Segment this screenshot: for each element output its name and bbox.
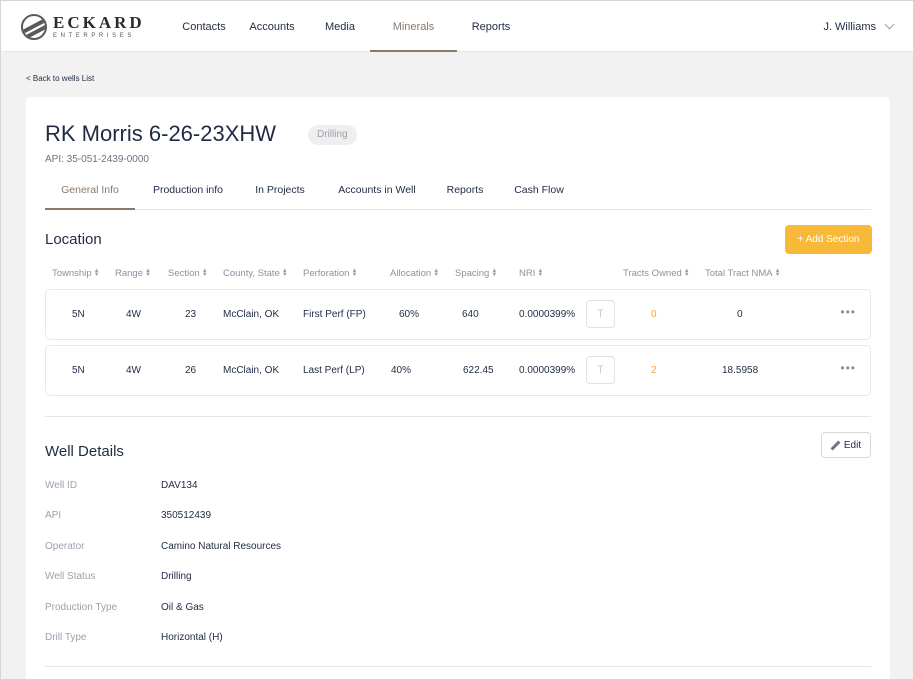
cell-range: 4W (126, 365, 141, 376)
page-title: RK Morris 6-26-23XHW (45, 121, 277, 146)
column-header-tracts-owned[interactable]: Tracts Owned ▲ ▼ (623, 268, 690, 279)
cell-section: 23 (185, 309, 197, 320)
table-row[interactable]: 5N 4W 23 McClain, OK First Perf (FP) 60%… (45, 289, 871, 340)
tab-accounts-in-well[interactable]: Accounts in Well (330, 177, 424, 210)
tab-reports[interactable]: Reports (440, 177, 490, 210)
sort-icon: ▲ ▼ (145, 268, 151, 279)
logo-icon (21, 13, 47, 40)
cell-township: 5N (72, 365, 85, 376)
well-details-title: Well Details (45, 443, 124, 460)
cell-spacing: 622.45 (463, 365, 494, 376)
cell-county: McClain, OK (223, 309, 280, 320)
cell-spacing: 640 (462, 309, 479, 320)
cell-total-nma: 0 (737, 309, 743, 320)
cell-section: 26 (185, 365, 197, 376)
cell-allocation: 60% (399, 309, 420, 320)
field-value-api: 350512439 (161, 510, 212, 521)
field-value-well-status: Drilling (161, 571, 192, 582)
api-subtitle: API: 35-051-2439-0000 (45, 154, 149, 165)
back-to-wells-link[interactable]: < Back to wells List (26, 74, 94, 83)
cell-nri: 0.0000399% (519, 365, 576, 376)
column-header-allocation[interactable]: Allocation ▲ ▼ (390, 268, 439, 279)
cell-allocation: 40% (391, 365, 412, 376)
user-name: J. Williams (823, 20, 876, 33)
sort-icon: ▲ ▼ (774, 268, 781, 279)
cell-county: McClain, OK (223, 365, 280, 376)
status-badge: Drilling (308, 125, 357, 145)
tab-in-projects[interactable]: In Projects (248, 177, 312, 210)
divider (45, 416, 871, 417)
sort-icon: ▲ ▼ (491, 268, 498, 279)
tract-button[interactable]: T (586, 300, 615, 328)
nav-reports[interactable]: Reports (461, 1, 521, 52)
column-header-county-state[interactable]: County, State ▲ ▼ (223, 268, 288, 279)
sort-icon: ▲ ▼ (537, 268, 544, 279)
field-value-production-type: Oil & Gas (161, 602, 204, 613)
add-section-button[interactable]: + Add Section (785, 225, 872, 254)
field-value-well-id: DAV134 (161, 480, 198, 491)
column-header-perforation[interactable]: Perforation ▲ ▼ (303, 268, 357, 279)
divider (45, 666, 871, 667)
app-window: ECKARD ENTERPRISES Contacts Accounts Med… (0, 0, 914, 680)
field-label-well-id: Well ID (45, 480, 78, 491)
nav-accounts[interactable]: Accounts (239, 1, 305, 52)
top-navigation: ECKARD ENTERPRISES Contacts Accounts Med… (1, 1, 913, 52)
column-header-section[interactable]: Section ▲ ▼ (168, 268, 208, 279)
cell-perforation: Last Perf (LP) (303, 365, 365, 376)
cell-total-nma: 18.5958 (722, 365, 759, 376)
location-title: Location (45, 231, 102, 248)
tab-general-info[interactable]: General Info (45, 177, 135, 210)
tab-bar: General Info Production info In Projects… (45, 177, 871, 210)
pencil-icon (831, 441, 840, 450)
sort-icon: ▲ ▼ (351, 268, 358, 279)
field-label-production-type: Production Type (45, 602, 118, 613)
cell-nri: 0.0000399% (519, 309, 576, 320)
cell-tracts-owned[interactable]: 2 (651, 346, 657, 395)
nav-minerals[interactable]: Minerals (370, 1, 457, 52)
cell-township: 5N (72, 309, 85, 320)
field-label-well-status: Well Status (45, 571, 96, 582)
column-header-total-tract-nma[interactable]: Total Tract NMA ▲ ▼ (705, 268, 781, 279)
chevron-down-icon (884, 19, 895, 30)
more-options-icon[interactable]: ••• (840, 290, 856, 339)
column-header-spacing[interactable]: Spacing ▲ ▼ (455, 268, 497, 279)
field-label-operator: Operator (45, 541, 85, 552)
nav-contacts[interactable]: Contacts (171, 1, 237, 52)
brand-subtitle: ENTERPRISES (53, 33, 135, 39)
column-header-range[interactable]: Range ▲ ▼ (115, 268, 151, 279)
sort-icon: ▲ ▼ (93, 268, 100, 279)
user-menu[interactable]: J. Williams (823, 1, 895, 52)
edit-label: Edit (843, 439, 862, 451)
sort-icon: ▲ ▼ (683, 268, 690, 279)
sort-icon: ▲ ▼ (281, 268, 288, 279)
field-label-api: API (45, 510, 62, 521)
cell-perforation: First Perf (FP) (303, 309, 366, 320)
nav-media[interactable]: Media (313, 1, 367, 52)
more-options-icon[interactable]: ••• (840, 346, 856, 395)
cell-range: 4W (126, 309, 141, 320)
column-header-nri[interactable]: NRI ▲ ▼ (519, 268, 543, 279)
column-header-township[interactable]: Township ▲ ▼ (52, 268, 100, 279)
brand-name: ECKARD (53, 13, 145, 32)
field-value-operator: Camino Natural Resources (161, 541, 282, 552)
field-label-drill-type: Drill Type (45, 632, 87, 643)
sort-icon: ▲ ▼ (433, 268, 440, 279)
well-card: RK Morris 6-26-23XHW Drilling API: 35-05… (26, 97, 890, 679)
cell-tracts-owned[interactable]: 0 (651, 290, 657, 339)
sort-icon: ▲ ▼ (201, 268, 208, 279)
tract-button[interactable]: T (586, 356, 615, 384)
tab-production-info[interactable]: Production info (145, 177, 231, 210)
brand-logo[interactable]: ECKARD ENTERPRISES (21, 13, 145, 40)
field-value-drill-type: Horizontal (H) (161, 632, 223, 643)
table-row[interactable]: 5N 4W 26 McClain, OK Last Perf (LP) 40% … (45, 345, 871, 396)
edit-button[interactable]: Edit (821, 432, 871, 458)
tab-cash-flow[interactable]: Cash Flow (509, 177, 569, 210)
